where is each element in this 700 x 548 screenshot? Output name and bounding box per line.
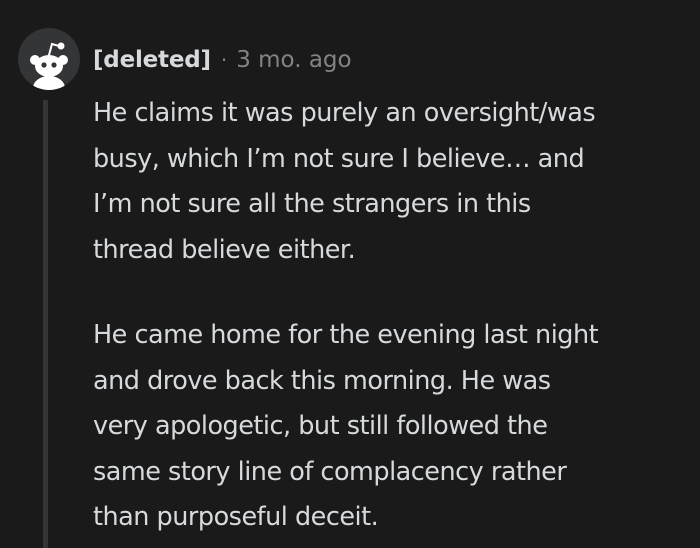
comment-body: He claims it was purely an oversight/was… (93, 91, 693, 541)
comment: [deleted] · 3 mo. ago He claims it was p… (0, 0, 700, 548)
comment-meta: [deleted] · 3 mo. ago (93, 40, 352, 80)
snoo-avatar-icon (30, 42, 68, 90)
thread-collapse-line[interactable] (43, 100, 48, 548)
author-name[interactable]: [deleted] (93, 47, 211, 73)
user-avatar[interactable] (18, 28, 80, 90)
meta-separator: · (220, 48, 228, 72)
comment-paragraph: He claims it was purely an oversight/was… (93, 98, 596, 265)
comment-paragraph: He came home for the evening last night … (93, 320, 599, 532)
comment-timestamp[interactable]: 3 mo. ago (236, 47, 351, 73)
